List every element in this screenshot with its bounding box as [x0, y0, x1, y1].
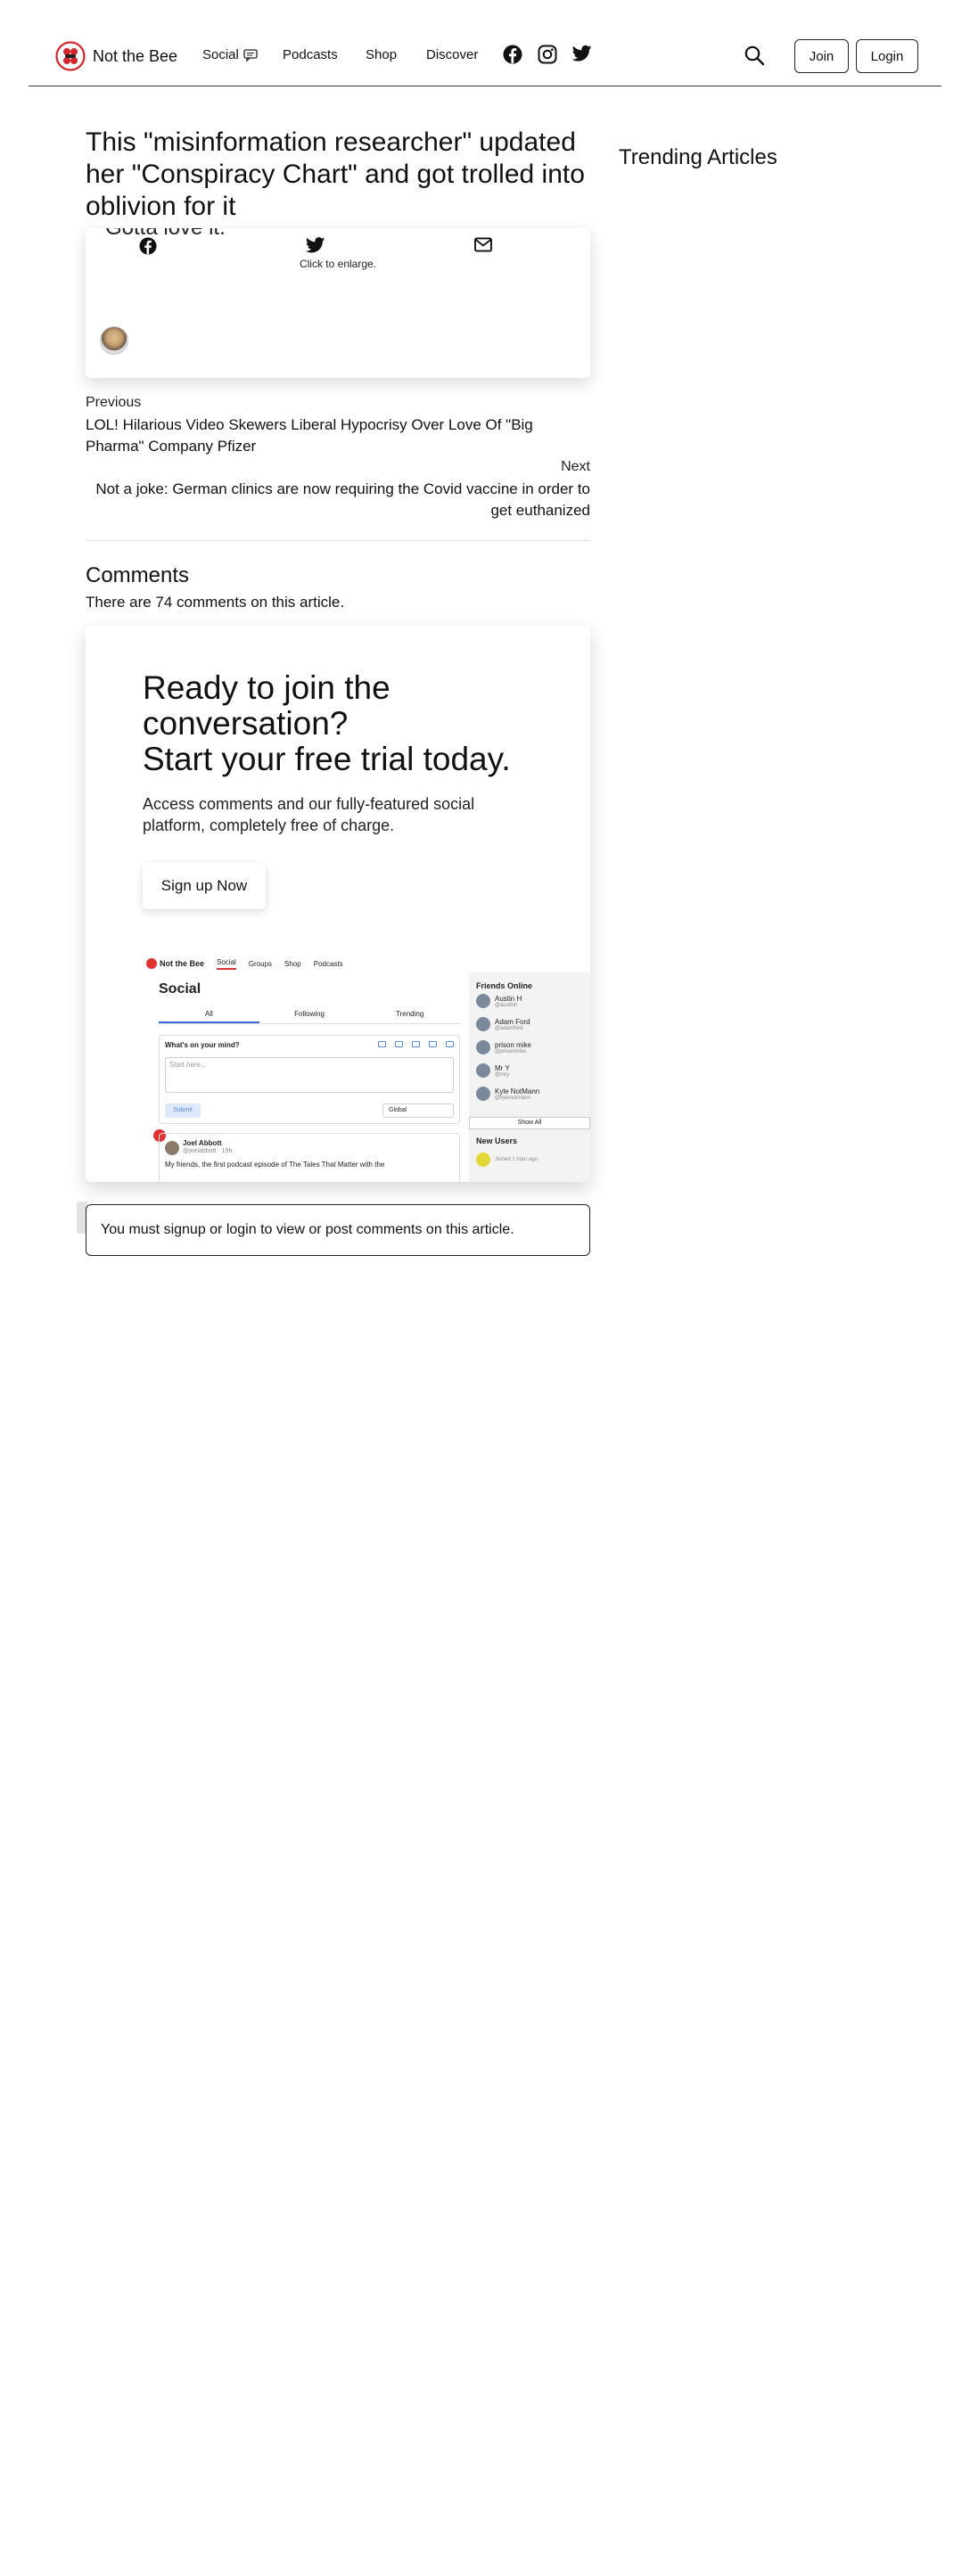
- nav-shop[interactable]: Shop: [366, 47, 397, 62]
- brand-name: Not the Bee: [93, 46, 178, 65]
- article-image-card[interactable]: Gotta love it. Click to enlarge.: [86, 228, 590, 378]
- author-avatar[interactable]: [100, 326, 128, 355]
- brand-logo[interactable]: Not the Bee: [55, 41, 177, 71]
- preview-friend: Kyle NotMann @kylenotmann: [476, 1087, 539, 1101]
- preview-brand: Not the Bee: [160, 959, 205, 968]
- preview-friend-avatar: [476, 1017, 490, 1031]
- preview-friend: Adam Ford @adamford: [476, 1017, 530, 1031]
- nav-discover[interactable]: Discover: [426, 47, 478, 62]
- preview-scope-select: Global: [382, 1103, 454, 1118]
- nav-social[interactable]: Social: [202, 47, 258, 62]
- preview-friend-name: prison mike: [495, 1040, 531, 1049]
- trending-articles-heading: Trending Articles: [619, 145, 777, 169]
- preview-prompt: What's on your mind?: [165, 1041, 240, 1049]
- next-label: Next: [561, 459, 590, 474]
- preview-new-user-avatar: [476, 1153, 490, 1167]
- preview-friend-handle: @austinh: [495, 1002, 518, 1008]
- previous-label: Previous: [86, 395, 142, 410]
- preview-tab-trending: Trending: [396, 1010, 424, 1018]
- preview-feed-post: Joel Abbott @joelabbott · 19h My friends…: [159, 1133, 460, 1182]
- preview-friend-name: Adam Ford: [495, 1017, 530, 1026]
- site-header: Not the Bee Social Podcasts Shop Discove…: [29, 0, 941, 86]
- share-email-icon[interactable]: [473, 237, 493, 255]
- preview-friend: Mr Y @mry: [476, 1063, 510, 1078]
- preview-friend-name: Mr Y: [495, 1063, 510, 1072]
- join-button[interactable]: Join: [794, 39, 849, 73]
- preview-friend: Austin H @austinh: [476, 994, 522, 1008]
- social-links: [503, 45, 592, 64]
- preview-nav-social: Social: [217, 958, 236, 970]
- previous-article-link[interactable]: LOL! Hilarious Video Skewers Liberal Hyp…: [86, 414, 594, 457]
- login-required-notice: You must signup or login to view or post…: [86, 1204, 590, 1256]
- share-facebook-icon[interactable]: [139, 237, 157, 255]
- nav-podcasts[interactable]: Podcasts: [283, 47, 338, 62]
- preview-show-all: Show All: [469, 1117, 590, 1129]
- preview-friends-title: Friends Online: [476, 981, 533, 990]
- preview-friend-name: Kyle NotMann: [495, 1087, 540, 1095]
- preview-friend-avatar: [476, 1087, 490, 1101]
- preview-friend: prison mike @prisonmike: [476, 1040, 531, 1054]
- preview-feed-handle: @joelabbott · 19h: [183, 1148, 233, 1154]
- preview-friend-handle: @prisonmike: [495, 1048, 527, 1054]
- article-title: This "misinformation researcher" updated…: [86, 127, 585, 221]
- click-to-enlarge-text: Click to enlarge.: [299, 258, 377, 270]
- preview-friend-handle: @kylenotmann: [495, 1095, 531, 1101]
- preview-friend-avatar: [476, 1063, 490, 1078]
- section-divider: [86, 540, 590, 541]
- preview-friend-avatar: [476, 1040, 490, 1054]
- image-icon: [378, 1041, 386, 1047]
- search-icon[interactable]: [744, 45, 765, 66]
- promo-body: Access comments and our fully-featured s…: [143, 795, 475, 834]
- facebook-icon[interactable]: [503, 45, 522, 64]
- preview-logo: Not the Bee: [146, 958, 204, 969]
- nav-social-label: Social: [202, 47, 239, 62]
- preview-nav: Not the Bee Social Groups Shop Podcasts: [143, 951, 590, 976]
- instagram-icon[interactable]: [538, 45, 557, 64]
- preview-nav-groups: Groups: [248, 959, 273, 968]
- preview-textarea: Start here...: [165, 1057, 454, 1093]
- preview-nav-shop: Shop: [284, 959, 301, 968]
- promo-heading: Ready to join the conversation? Start yo…: [143, 670, 562, 777]
- preview-logo-icon: [146, 958, 157, 969]
- preview-new-users-title: New Users: [476, 1136, 518, 1145]
- preview-friend-handle: @adamford: [495, 1025, 523, 1031]
- preview-tab-following: Following: [294, 1010, 325, 1018]
- signup-promo-card: Ready to join the conversation? Start yo…: [86, 626, 590, 1182]
- bee-logo-icon: [55, 41, 86, 71]
- preview-feed-body: My friends, the first podcast episode of…: [165, 1161, 385, 1169]
- preview-feed-avatar: [165, 1141, 179, 1155]
- preview-friend-name: Austin H: [495, 994, 522, 1003]
- signup-button[interactable]: Sign up Now: [143, 863, 266, 909]
- gif-icon: [446, 1041, 454, 1047]
- preview-nav-podcasts: Podcasts: [313, 959, 343, 968]
- link-icon: [395, 1041, 403, 1047]
- preview-title: Social: [159, 981, 201, 997]
- promo-heading-line1: Ready to join the conversation?: [143, 669, 390, 742]
- promo-heading-line2: Start your free trial today.: [143, 741, 511, 777]
- preview-tab-all: All: [159, 1006, 259, 1023]
- preview-attach-icons: [378, 1041, 454, 1047]
- preview-feed-name: Joel Abbott: [183, 1139, 222, 1147]
- chat-bubble-icon: [243, 48, 258, 62]
- preview-new-user: Joined 1 hour ago: [476, 1153, 538, 1167]
- social-preview-screenshot: Not the Bee Social Groups Shop Podcasts …: [143, 951, 590, 1182]
- comments-heading: Comments: [86, 563, 190, 587]
- share-twitter-icon[interactable]: [305, 237, 325, 255]
- preview-friend-handle: @mry: [495, 1071, 510, 1078]
- preview-submit: Submit: [165, 1103, 201, 1118]
- image-caption: Gotta love it.: [105, 228, 226, 241]
- twitter-icon[interactable]: [571, 45, 592, 64]
- preview-post-composer: What's on your mind? Start here... Submi…: [159, 1035, 460, 1124]
- preview-tabs: All Following Trending: [159, 1006, 460, 1024]
- video-icon: [429, 1041, 437, 1047]
- next-article-link[interactable]: Not a joke: German clinics are now requi…: [86, 479, 590, 521]
- comments-count: There are 74 comments on this article.: [86, 594, 345, 611]
- login-button[interactable]: Login: [856, 39, 918, 73]
- preview-new-user-text: Joined 1 hour ago: [495, 1157, 538, 1162]
- preview-friend-avatar: [476, 994, 490, 1008]
- file-icon: [412, 1041, 420, 1047]
